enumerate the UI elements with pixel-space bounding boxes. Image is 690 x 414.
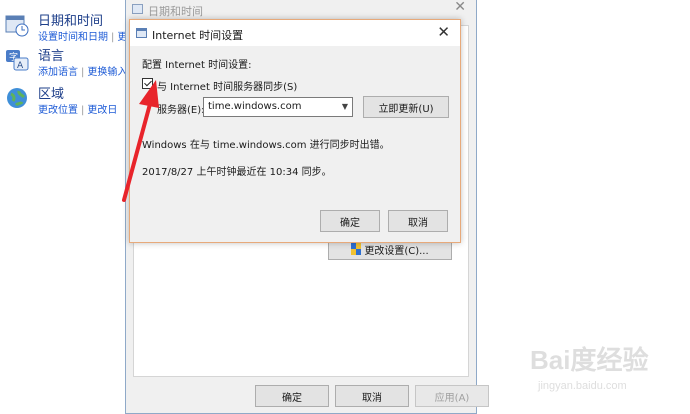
- apply-button[interactable]: 应用(A): [415, 385, 489, 407]
- watermark-url: jingyan.baidu.com: [538, 380, 627, 392]
- server-label: 服务器(E):: [157, 105, 205, 116]
- cp-item-date-time[interactable]: 日期和时间 设置时间和日期 | 更: [4, 10, 128, 46]
- cp-links: 添加语言 | 更换输入: [38, 67, 128, 78]
- close-icon[interactable]: ✕: [437, 23, 450, 41]
- cp-title-date-time[interactable]: 日期和时间: [38, 10, 103, 29]
- sync-checkbox-label[interactable]: 与 Internet 时间服务器同步(S): [157, 78, 297, 93]
- cp-item-region[interactable]: 区域 更改位置 | 更改日: [4, 83, 124, 119]
- configure-label: 配置 Internet 时间设置:: [142, 60, 252, 71]
- link-change-location[interactable]: 更改位置: [38, 105, 78, 116]
- globe-icon: [7, 88, 27, 108]
- close-icon[interactable]: ✕: [454, 0, 466, 15]
- update-now-button[interactable]: 立即更新(U): [363, 96, 449, 118]
- cancel-button[interactable]: 取消: [388, 210, 448, 232]
- clock-calendar-icon: [132, 4, 143, 14]
- link-change-input[interactable]: 更换输入: [87, 67, 127, 78]
- server-value: time.windows.com: [208, 101, 302, 112]
- internet-time-dialog: Internet 时间设置 ✕ 配置 Internet 时间设置: 与 Inte…: [129, 19, 461, 243]
- ok-button[interactable]: 确定: [320, 210, 380, 232]
- shield-icon: [351, 243, 362, 255]
- change-settings-label: 更改设置(C)...: [364, 245, 429, 257]
- watermark: Bai度经验 jingyan.baidu.com: [530, 340, 680, 400]
- clock-calendar-icon: [5, 15, 29, 37]
- last-sync-message: 2017/8/27 上午时钟最近在 10:34 同步。: [142, 167, 332, 178]
- cp-links: 更改位置 | 更改日: [38, 105, 118, 116]
- dialog-title: 日期和时间: [148, 5, 203, 18]
- link-set-time-date[interactable]: 设置时间和日期: [38, 32, 108, 43]
- clock-calendar-icon: [136, 28, 147, 38]
- ok-button[interactable]: 确定: [255, 385, 329, 407]
- link-change-date[interactable]: 更改日: [87, 105, 117, 116]
- title-bar: Internet 时间设置 ✕: [130, 20, 460, 46]
- cp-title-region[interactable]: 区域: [38, 83, 64, 102]
- dialog-body: 配置 Internet 时间设置: 与 Internet 时间服务器同步(S) …: [130, 46, 460, 242]
- chevron-down-icon[interactable]: ▼: [342, 102, 348, 111]
- svg-text:A: A: [17, 61, 24, 71]
- watermark-logo: Bai度经验: [530, 345, 649, 375]
- server-combobox[interactable]: time.windows.com ▼: [203, 97, 353, 117]
- sync-checkbox[interactable]: [142, 78, 153, 89]
- dialog-title: Internet 时间设置: [152, 29, 244, 42]
- cancel-button[interactable]: 取消: [335, 385, 409, 407]
- link-add-language[interactable]: 添加语言: [38, 67, 78, 78]
- cp-item-language[interactable]: 字 A 语言 添加语言 | 更换输入: [4, 45, 128, 81]
- cp-links: 设置时间和日期 | 更: [38, 32, 128, 43]
- cp-title-language[interactable]: 语言: [38, 45, 64, 64]
- language-icon: 字 A: [6, 50, 29, 71]
- error-message: Windows 在与 time.windows.com 进行同步时出错。: [142, 140, 390, 151]
